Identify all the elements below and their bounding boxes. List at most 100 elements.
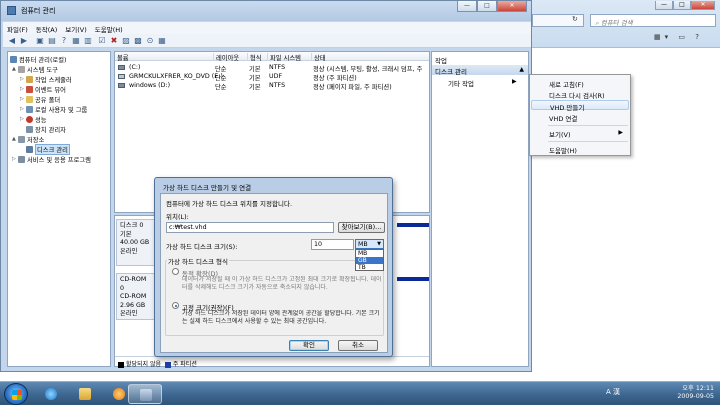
tree-item-performance[interactable]: ▷ 성능 [20, 114, 47, 124]
more-actions[interactable]: 기타 작업 ▶ [448, 78, 517, 88]
ime-indicator[interactable]: A 漢 [606, 387, 620, 397]
unit-option-gb[interactable]: GB [356, 257, 383, 264]
folder-open-icon[interactable]: ▨ [121, 36, 131, 46]
menu-item-refresh[interactable]: 새로 고침(F) [531, 78, 629, 89]
explorer-search-input[interactable]: ⌕ 컴퓨터 검색 [590, 14, 716, 27]
taskbar-app-explorer[interactable] [68, 384, 102, 404]
start-button[interactable] [4, 383, 28, 405]
help-icon[interactable]: ? [59, 36, 69, 46]
partition-bar[interactable] [397, 223, 429, 227]
folder-icon [26, 95, 33, 103]
explorer-window-controls: — □ ✕ [655, 0, 718, 10]
delete-icon[interactable]: ✖ [109, 36, 119, 46]
title-bar[interactable]: 컴퓨터 관리 — □ ✕ [1, 1, 531, 21]
tree-label: 서비스 및 응용 프로그램 [27, 156, 91, 164]
disk-0-label[interactable]: 디스크 0 기본 40.00 GB 온라인 [116, 219, 156, 266]
tree-item-system-tools[interactable]: ▲ 시스템 도구 [12, 64, 58, 74]
menu-item-create-vhd[interactable]: VHD 만들기 [531, 100, 629, 112]
storage-icon [18, 135, 25, 143]
maximize-button[interactable]: □ [477, 1, 497, 12]
table-row[interactable]: windows (D:) 단순 기본 NTFS 정상 (페이지 파일, 주 파티… [115, 81, 429, 91]
disk-size: 40.00 GB [120, 239, 150, 246]
tree-label: 공유 폴더 [35, 96, 61, 104]
tree-item-services[interactable]: ▷ 서비스 및 응용 프로그램 [12, 154, 91, 164]
browse-button[interactable]: 찾아보기(B)... [338, 222, 385, 233]
save-icon[interactable]: ▩ [133, 36, 143, 46]
explorer-view-icons[interactable]: ▦▾ ▭ ? [654, 33, 703, 41]
chevron-down-icon: ▼ [377, 241, 381, 247]
menu-item-attach-vhd[interactable]: VHD 연결 [531, 112, 629, 123]
tree-item-disk-management[interactable]: 디스크 관리 [20, 143, 70, 155]
size-unit-dropdown[interactable]: MB ▼ [355, 239, 384, 249]
tree-label: 저장소 [27, 136, 45, 144]
window-controls: — □ ✕ [457, 1, 527, 13]
cell-volume: GRMCKULXFRER_KO_DVD (E:) [129, 73, 223, 80]
tree-item-event-viewer[interactable]: ▷ 이벤트 뷰어 [20, 84, 66, 94]
disk-legend: 할당되지 않음 주 파티션 [115, 356, 429, 368]
up-folder-icon[interactable]: ▣ [35, 36, 45, 46]
forward-icon[interactable]: ▶ [19, 36, 29, 46]
refresh-icon[interactable]: ↻ [572, 15, 578, 23]
back-icon[interactable]: ◀ [7, 36, 17, 46]
tree-item-storage[interactable]: ▲ 저장소 [12, 134, 44, 144]
dynamic-description: 데이터가 저장될 때 이 가상 하드 디스크가 고정된 최대 크기로 확장됩니다… [182, 276, 382, 291]
tree-item-computer-management[interactable]: 컴퓨터 관리(로컬) [10, 54, 66, 64]
size-label: 가상 하드 디스크 크기(S): [166, 243, 238, 251]
properties-icon[interactable]: ▦ [71, 36, 81, 46]
column-type[interactable]: 형식 [247, 53, 262, 62]
menu-item-view[interactable]: 보기(V) ▶ [531, 128, 629, 139]
computer-management-icon [10, 55, 17, 63]
performance-icon [26, 115, 33, 123]
search-placeholder: 컴퓨터 검색 [600, 19, 633, 27]
minimize-button[interactable]: — [457, 1, 477, 12]
actions-section-disk-management[interactable]: 디스크 관리 ▲ [432, 65, 528, 76]
column-volume[interactable]: 볼륨 [115, 53, 129, 62]
dynamic-radio[interactable] [172, 268, 179, 275]
tree-item-device-manager[interactable]: 장치 관리자 [20, 124, 66, 134]
format-label: 가상 하드 디스크 형식 [167, 256, 230, 266]
unit-option-tb[interactable]: TB [356, 264, 383, 271]
menu-item-help[interactable]: 도움말(H) [531, 144, 629, 155]
explorer-close-button[interactable]: ✕ [691, 1, 715, 10]
column-status[interactable]: 상태 [311, 53, 326, 62]
actions-header: 작업 [435, 57, 447, 65]
partition-bar[interactable] [397, 277, 429, 281]
fixed-radio[interactable] [172, 302, 179, 309]
drive-icon [118, 83, 125, 88]
menu-item-view-label: 보기(V) [549, 131, 571, 139]
system-tray: A 漢 오후 12:11 2009-09-05 [606, 385, 716, 403]
collapse-arrow-icon[interactable]: ▲ [519, 66, 524, 73]
unit-option-mb[interactable]: MB [356, 250, 383, 257]
list-view-icon[interactable]: ▥ [83, 36, 93, 46]
tree-item-task-scheduler[interactable]: ▷ 작업 스케줄러 [20, 74, 72, 84]
column-filesystem[interactable]: 파일 시스템 [267, 53, 301, 62]
fixed-description: 가상 하드 디스크가 저장된 데이터 양에 관계없이 공간을 할당합니다. 기본… [182, 310, 380, 325]
computer-management-icon [140, 389, 152, 401]
ok-button[interactable]: 확인 [289, 340, 329, 351]
table-row[interactable]: (C:) 단순 기본 NTFS 정상 (시스템, 부팅, 활성, 크래시 덤프,… [115, 63, 429, 73]
location-input[interactable]: c:₩test.vhd [166, 222, 334, 233]
console-tree-icon[interactable]: ▤ [47, 36, 57, 46]
cell-layout: 단순 [215, 84, 227, 91]
explorer-maximize-button[interactable]: □ [673, 1, 691, 10]
close-button[interactable]: ✕ [497, 1, 527, 12]
clock[interactable]: 오후 12:11 2009-09-05 [677, 385, 714, 401]
disk-properties-icon[interactable]: ▦ [157, 36, 167, 46]
context-menu: 새로 고침(F) 디스크 다시 검사(R) VHD 만들기 VHD 연결 보기(… [529, 74, 631, 156]
search-disk-icon[interactable]: ⊙ [145, 36, 155, 46]
volume-list-header: 볼륨 레이아웃 형식 파일 시스템 상태 [115, 52, 429, 62]
console-tree: 컴퓨터 관리(로컬) ▲ 시스템 도구 ▷ 작업 스케줄러 ▷ 이벤트 뷰어 ▷ 공유 … [7, 51, 111, 367]
table-row[interactable]: GRMCKULXFRER_KO_DVD (E:) 단순 기본 UDF 정상 (주… [115, 72, 429, 82]
taskbar-app-ie[interactable] [34, 384, 68, 404]
size-unit-list: MB GB TB [355, 249, 384, 271]
taskbar-app-computer-management[interactable] [128, 384, 162, 404]
explorer-minimize-button[interactable]: — [655, 1, 673, 10]
cdrom-0-label[interactable]: CD-ROM 0 CD-ROM 2.96 GB 온라인 [116, 273, 156, 320]
tree-item-shared-folders[interactable]: ▷ 공유 폴더 [20, 94, 60, 104]
tree-item-local-users[interactable]: ▷ 로컬 사용자 및 그룹 [20, 104, 87, 114]
check-icon[interactable]: ☑ [97, 36, 107, 46]
cancel-button[interactable]: 취소 [338, 340, 378, 351]
size-input[interactable]: 10 [311, 239, 354, 250]
menu-item-rescan-disks[interactable]: 디스크 다시 검사(R) [531, 89, 629, 100]
column-layout[interactable]: 레이아웃 [213, 53, 239, 62]
